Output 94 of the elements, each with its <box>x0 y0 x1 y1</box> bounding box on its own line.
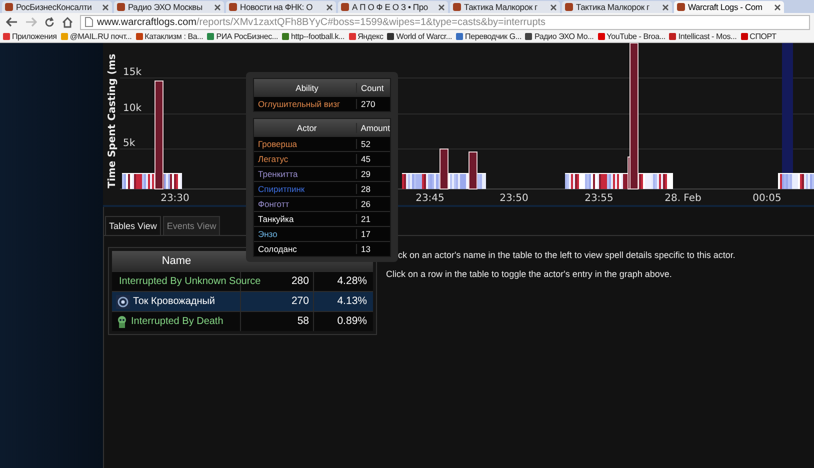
bookmark[interactable]: СПОРТ <box>740 32 776 41</box>
view-tab[interactable]: Events View <box>162 216 220 235</box>
actor-name: Тренкитта <box>257 169 299 179</box>
bookmark[interactable]: Intellicast - Mos... <box>669 32 737 41</box>
browser-tab[interactable]: Радио ЭХО Москвы <box>114 1 224 13</box>
home-icon[interactable] <box>62 16 73 28</box>
tab-title: Warcraft Logs - Com <box>688 2 764 12</box>
column-header: Amount <box>356 122 390 132</box>
close-icon[interactable] <box>214 4 221 10</box>
column-header: Ability <box>294 82 320 92</box>
table-cell: 58 <box>241 312 314 331</box>
bookmark[interactable]: Радио ЭХО Мо... <box>525 32 594 41</box>
close-icon[interactable] <box>550 4 557 10</box>
instruction-text: ck on an actor's name in the table to the left to view spell details specific to this actor. <box>398 250 736 260</box>
bookmark[interactable]: Переводчик G... <box>456 32 522 41</box>
column-header: Count <box>356 82 390 92</box>
close-icon[interactable] <box>774 4 781 10</box>
table-cell: 28 <box>356 184 390 194</box>
browser-tab[interactable]: А П О Ф Е О З • Про <box>338 1 448 13</box>
bookmark[interactable]: YouTube - Broa... <box>598 32 666 41</box>
table-cell-text: 0.89% <box>336 314 368 329</box>
table-cell: 45 <box>356 154 390 164</box>
axis-tick-label: 28. Feb <box>664 193 702 204</box>
close-icon[interactable] <box>326 4 333 10</box>
browser-tab[interactable]: Новости на ФНК: О <box>226 1 336 13</box>
table-row[interactable]: Interrupted By Death 58 0.89% <box>112 311 373 331</box>
table-row[interactable]: Ток Кровожадный 270 4.13% <box>112 291 373 311</box>
table-cell: 270 <box>356 99 390 109</box>
table-cell[interactable]: Interrupted By Death <box>131 316 224 327</box>
site-icon <box>341 3 349 11</box>
bookmark[interactable]: РИА РосБизнес... <box>207 32 278 41</box>
axis-tick-label: 15k <box>123 67 142 78</box>
table-cell-text: 4.28% <box>336 274 368 289</box>
table-cell: 29 <box>356 169 390 179</box>
axis-tick-label: 23:50 <box>500 193 528 204</box>
view-tab[interactable]: Tables View <box>105 216 161 235</box>
reload-icon[interactable] <box>44 16 55 28</box>
site-icon <box>677 3 685 11</box>
axis-title: Time Spent Casting (ms <box>107 54 118 188</box>
site-icon <box>229 3 237 11</box>
tab-title: РосБизнесКонсалти <box>16 2 93 12</box>
actor-name: Солоданс <box>257 244 298 254</box>
close-icon[interactable] <box>102 4 109 10</box>
axis-tick-label: 5k <box>123 138 136 149</box>
bookmark[interactable]: http--football.k... <box>282 32 345 41</box>
table-cell: 13 <box>356 244 390 254</box>
skull-icon <box>116 314 128 328</box>
actor-name: Спиритпинк <box>257 184 306 194</box>
ability-name: Оглушительный визг <box>257 99 342 109</box>
back-icon[interactable] <box>6 17 18 27</box>
browser-tab[interactable]: Тактика Малкорок г <box>450 1 560 13</box>
close-icon[interactable] <box>662 4 669 10</box>
bookmark[interactable]: Яндекс <box>348 32 384 41</box>
bookmark[interactable]: Катаклизм : Ва... <box>136 32 204 41</box>
table-cell-text: 4.13% <box>336 294 368 309</box>
close-icon[interactable] <box>438 4 445 10</box>
axis-tick-label: 00:05 <box>752 193 782 204</box>
spell-icon <box>116 294 130 308</box>
site-icon <box>453 3 461 11</box>
tab-title: Тактика Малкорок г <box>576 2 650 12</box>
actor-name: Танкуйка <box>257 214 295 224</box>
actor-name: Легатус <box>257 154 290 164</box>
instruction-text: Click on a row in the table to toggle the actor's entry in the graph above. <box>386 269 673 279</box>
site-icon <box>5 3 13 11</box>
column-header: Name <box>160 255 192 267</box>
bookmark[interactable]: @MAIL.RU почт... <box>60 32 132 41</box>
axis-tick-label: 23:55 <box>584 193 614 204</box>
table-cell: 21 <box>356 214 390 224</box>
table-cell: 26 <box>356 199 390 209</box>
site-icon <box>117 3 125 11</box>
bookmark[interactable]: Приложения <box>3 32 57 41</box>
browser-tab[interactable]: РосБизнесКонсалти <box>2 1 112 13</box>
table-cell[interactable]: Interrupted By Unknown Source <box>119 276 261 287</box>
tab-title: Новости на ФНК: О <box>240 2 314 12</box>
actor-name: Энзо <box>257 229 278 239</box>
axis-tick-label: 23:45 <box>416 193 444 204</box>
actor-name: Фонготт <box>257 199 290 209</box>
site-icon <box>565 3 573 11</box>
browser-tab[interactable]: Тактика Малкорок г <box>562 1 672 13</box>
tab-title: Тактика Малкорок г <box>464 2 538 12</box>
bookmark[interactable]: World of Warcr... <box>387 32 452 41</box>
table-cell: 17 <box>356 229 390 239</box>
axis-tick-label: 10k <box>123 103 142 114</box>
browser-tab[interactable]: Warcraft Logs - Com <box>674 1 784 13</box>
table-cell: 52 <box>356 139 390 149</box>
tab-title: Радио ЭХО Москвы <box>128 2 204 12</box>
page-icon <box>85 17 93 27</box>
actor-name: Гроверша <box>257 139 298 149</box>
table-cell[interactable]: Ток Кровожадный <box>133 296 216 307</box>
tab-title: А П О Ф Е О З • Про <box>352 2 429 12</box>
address-field[interactable]: www.warcraftlogs.com/reports/XMv1zaxtQFh8BYyC#boss=1599&wipes=1&type=casts&by=interrupts <box>80 14 810 30</box>
axis-tick-label: 23:30 <box>160 193 190 204</box>
table-row[interactable]: Interrupted By Unknown Source 280 4.28% <box>112 271 373 291</box>
column-header: Actor <box>296 122 318 132</box>
